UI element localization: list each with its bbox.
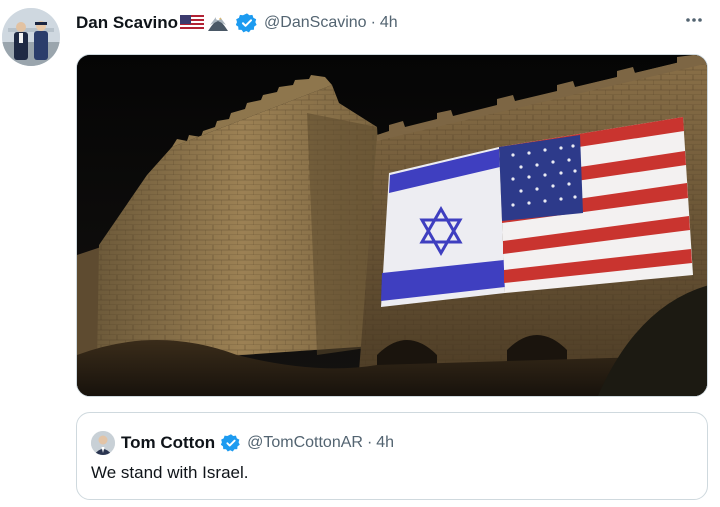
flag-usa-icon bbox=[180, 15, 205, 31]
tweet-media-image[interactable] bbox=[76, 54, 708, 397]
quoted-tweet-timestamp: 4h bbox=[376, 434, 395, 451]
quoted-tweet-text: We stand with Israel. bbox=[91, 463, 249, 482]
verified-badge-icon bbox=[221, 433, 241, 453]
tweet-timestamp[interactable]: 4h bbox=[380, 14, 398, 32]
more-options-icon[interactable] bbox=[682, 10, 706, 30]
quoted-tweet-header: Tom Cotton @TomCottonAR · 4h bbox=[91, 431, 394, 455]
author-handle[interactable]: @DanScavino bbox=[264, 14, 367, 32]
avatar-photo bbox=[2, 8, 60, 66]
tweet-header: Dan Scavino @DanScavino · 4h bbox=[76, 12, 710, 34]
usa-flag-projection bbox=[499, 117, 693, 293]
quoted-author-handle: @TomCottonAR bbox=[247, 434, 363, 451]
separator-dot: · bbox=[366, 434, 373, 451]
quoted-tweet-card[interactable]: Tom Cotton @TomCottonAR · 4h We stand wi… bbox=[76, 412, 708, 500]
verified-badge-icon bbox=[236, 12, 258, 34]
author-name[interactable]: Dan Scavino bbox=[76, 13, 178, 33]
quoted-author-name: Tom Cotton bbox=[121, 433, 216, 452]
author-avatar[interactable] bbox=[2, 8, 60, 66]
old-city-walls-flags-photo bbox=[77, 55, 707, 396]
separator-dot: · bbox=[370, 14, 376, 31]
quoted-author-avatar bbox=[91, 431, 115, 455]
israel-flag-projection bbox=[381, 147, 505, 307]
eagle-icon bbox=[206, 13, 230, 33]
